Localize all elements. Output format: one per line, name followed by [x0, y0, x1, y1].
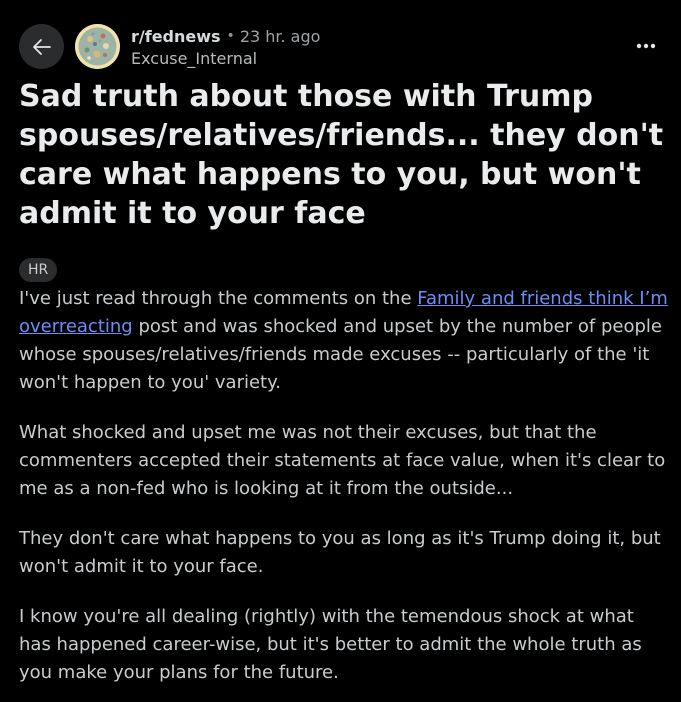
more-options-icon: [636, 43, 656, 49]
post-paragraph: What shocked and upset me was not their …: [19, 422, 666, 499]
post-title: Sad truth about those with Trump spouses…: [19, 79, 664, 231]
post-flair[interactable]: HR: [19, 258, 58, 282]
post-body: I've just read through the comments on t…: [19, 285, 669, 702]
post-paragraph: I've just read through the comments on t…: [19, 285, 669, 397]
subreddit-avatar-image: [75, 24, 120, 69]
meta-separator: •: [226, 28, 235, 44]
post-time: 23 hr. ago: [239, 26, 321, 46]
paragraph-text: I've just read through the comments on t…: [19, 288, 418, 309]
back-arrow-icon: [32, 38, 51, 55]
post-paragraph: I know you're all dealing (rightly) with…: [19, 606, 642, 683]
back-button[interactable]: [19, 24, 64, 69]
author-link[interactable]: Excuse_Internal: [131, 48, 320, 70]
subreddit-avatar[interactable]: [75, 24, 120, 69]
more-options-button[interactable]: [630, 34, 662, 58]
post-meta: r/fednews • 23 hr. ago Excuse_Internal: [131, 24, 320, 70]
subreddit-link[interactable]: r/fednews: [131, 27, 221, 46]
post-paragraph: They don't care what happens to you as l…: [19, 528, 661, 577]
